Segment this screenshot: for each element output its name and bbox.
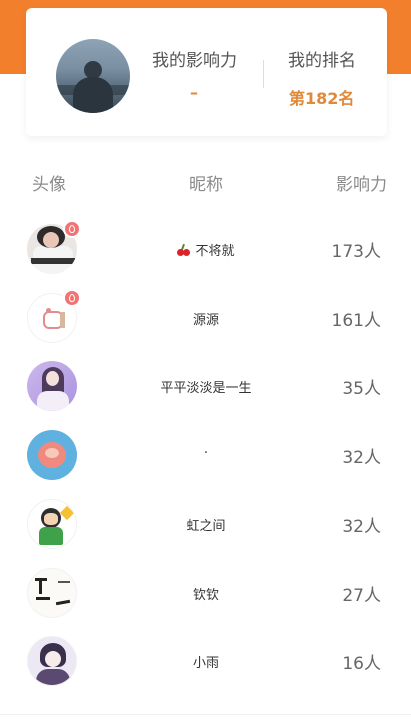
ranking-row[interactable]: 钦钦 27人 xyxy=(0,563,411,623)
hot-badge xyxy=(63,289,81,307)
stat-divider xyxy=(263,60,264,88)
user-influence: 161人 xyxy=(331,311,381,331)
user-nickname: 小雨 xyxy=(192,656,219,671)
user-nickname: 不将就 xyxy=(100,240,312,259)
user-influence: 173人 xyxy=(331,242,381,262)
user-avatar[interactable] xyxy=(27,361,77,411)
ranking-row[interactable]: 平平淡淡是一生 35人 xyxy=(0,356,411,416)
user-influence: 32人 xyxy=(342,448,381,468)
user-influence: 16人 xyxy=(342,654,381,674)
hot-badge xyxy=(63,220,81,238)
user-influence: 27人 xyxy=(342,586,381,606)
user-nickname: · xyxy=(203,446,209,461)
user-influence: 32人 xyxy=(342,517,381,537)
column-header-nickname: 昵称 xyxy=(189,175,223,195)
my-rank-value: 第182名 xyxy=(289,89,355,108)
my-influence-label: 我的影响力 xyxy=(152,51,237,71)
column-header-avatar: 头像 xyxy=(32,175,66,195)
ranking-row[interactable]: 虹之间 32人 xyxy=(0,494,411,554)
nickname-text: 不将就 xyxy=(195,244,235,259)
flame-icon xyxy=(69,225,75,233)
my-avatar[interactable] xyxy=(56,39,130,113)
my-influence-card: 我的影响力 – 我的排名 第182名 xyxy=(26,8,387,136)
flame-icon xyxy=(69,294,75,302)
user-avatar[interactable] xyxy=(27,499,77,549)
user-avatar[interactable] xyxy=(27,636,77,686)
influence-ranking-page: 我的影响力 – 我的排名 第182名 头像 昵称 影响力 不将就 173人 源源… xyxy=(0,0,411,722)
user-influence: 35人 xyxy=(342,379,381,399)
ranking-row[interactable]: · 32人 xyxy=(0,425,411,485)
ranking-row[interactable]: 小雨 16人 xyxy=(0,631,411,691)
user-nickname: 虹之间 xyxy=(186,519,226,534)
cherry-icon xyxy=(177,243,191,256)
user-nickname: 源源 xyxy=(192,313,219,328)
ranking-row[interactable]: 不将就 173人 xyxy=(0,219,411,279)
my-influence-value: – xyxy=(190,83,198,102)
user-nickname: 平平淡淡是一生 xyxy=(160,381,252,396)
ranking-row[interactable]: 源源 161人 xyxy=(0,288,411,348)
user-avatar[interactable] xyxy=(27,568,77,618)
user-nickname: 钦钦 xyxy=(192,588,219,603)
bottom-divider xyxy=(0,714,411,715)
column-header-influence: 影响力 xyxy=(336,175,387,195)
user-avatar[interactable] xyxy=(27,430,77,480)
my-rank-label: 我的排名 xyxy=(288,51,356,71)
